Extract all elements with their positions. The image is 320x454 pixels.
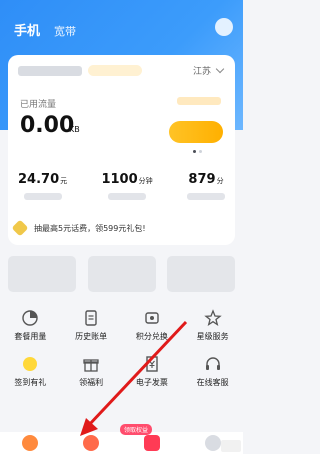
account-metrics: 24.70元 1100分钟 879分 [18,168,225,200]
star-service-icon [203,308,223,328]
invoice-icon [142,354,162,374]
balance-value: 24.70 [18,172,60,187]
service-label: 星级服务 [196,332,229,341]
province-selector[interactable]: 江苏 [193,64,211,77]
voice-unit: 分钟 [138,177,153,185]
carousel-dot [193,150,196,153]
top-tabs: 手机 宽带 [14,20,76,39]
promo-text: 抽最高5元话费，领599元礼包! [34,223,146,233]
voice-metric[interactable]: 1100分钟 [101,168,153,200]
feature-tile[interactable] [8,256,76,292]
member-level-chip[interactable] [88,65,142,76]
chevron-down-icon [215,64,225,74]
points-label-blurred [187,193,225,200]
tab-mobile[interactable]: 手机 [14,20,40,39]
service-label: 积分兑换 [135,332,168,341]
benefits-icon[interactable] [83,435,100,451]
points-icon [142,308,162,328]
gift-icon [81,354,101,374]
feature-tile[interactable] [87,256,156,292]
service-star-service[interactable]: 星级服务 [185,308,241,342]
phone-number-blurred [18,65,82,76]
balance-label-blurred [23,193,62,200]
service-label: 在线客服 [196,378,229,387]
used-traffic-unit: KB [69,125,80,134]
points-metric[interactable]: 879分 [187,168,225,200]
profile-icon[interactable] [204,435,221,451]
bill-icon [81,308,101,328]
headset-icon [203,354,223,374]
service-online-support[interactable]: 在线客服 [185,354,241,388]
account-summary [18,65,142,76]
details-link[interactable] [177,97,221,105]
tab-broadband[interactable]: 宽带 [54,23,76,39]
service-e-invoice[interactable]: 电子发票 [124,354,180,388]
bottom-nav [0,432,243,454]
feature-tiles [8,256,235,292]
nav-badge: 领取权益 [120,424,153,435]
service-label: 领福利 [79,378,104,387]
heart-icon[interactable] [143,435,160,451]
promo-banner[interactable]: 抽最高5元话费，领599元礼包! [11,219,146,237]
service-row-2: 签到有礼 领福利 电子发票 在线客服 [0,354,243,388]
service-package-usage[interactable]: 套餐用量 [2,308,58,342]
service-welfare[interactable]: 领福利 [63,354,119,388]
account-card: 江苏 已用流量 0.00 KB 24.70元 1100分钟 879分 [8,55,235,245]
service-row-1: 套餐用量 历史账单 积分兑换 星级服务 [0,308,243,342]
used-traffic-value: 0.00 [20,113,75,138]
voice-label-blurred [108,193,147,200]
points-value: 879 [188,172,216,187]
service-grid: 套餐用量 历史账单 积分兑换 星级服务 签到有礼 领福利 电子发票 在线客服 [0,308,243,400]
home-icon[interactable] [22,435,39,451]
package-usage-icon [20,308,40,328]
balance-unit: 元 [60,177,68,185]
service-label: 历史账单 [75,332,108,341]
voice-value: 1100 [101,172,138,187]
feature-tile[interactable] [167,256,235,292]
recharge-button[interactable] [169,121,223,143]
status-bar [0,0,243,12]
service-points-exchange[interactable]: 积分兑换 [124,308,180,342]
service-label: 套餐用量 [14,332,47,341]
watermark-logo [221,440,241,452]
service-history-bill[interactable]: 历史账单 [63,308,119,342]
service-checkin[interactable]: 签到有礼 [2,354,58,388]
carousel-dots [193,150,202,153]
points-unit: 分 [216,177,224,185]
checkin-icon [20,354,40,374]
service-label: 电子发票 [135,378,168,387]
used-traffic-label: 已用流量 [20,100,57,110]
coupon-icon [11,219,29,237]
service-label: 签到有礼 [14,378,47,387]
carousel-dot [199,150,202,153]
balance-metric[interactable]: 24.70元 [18,168,67,200]
message-icon[interactable] [215,18,233,36]
